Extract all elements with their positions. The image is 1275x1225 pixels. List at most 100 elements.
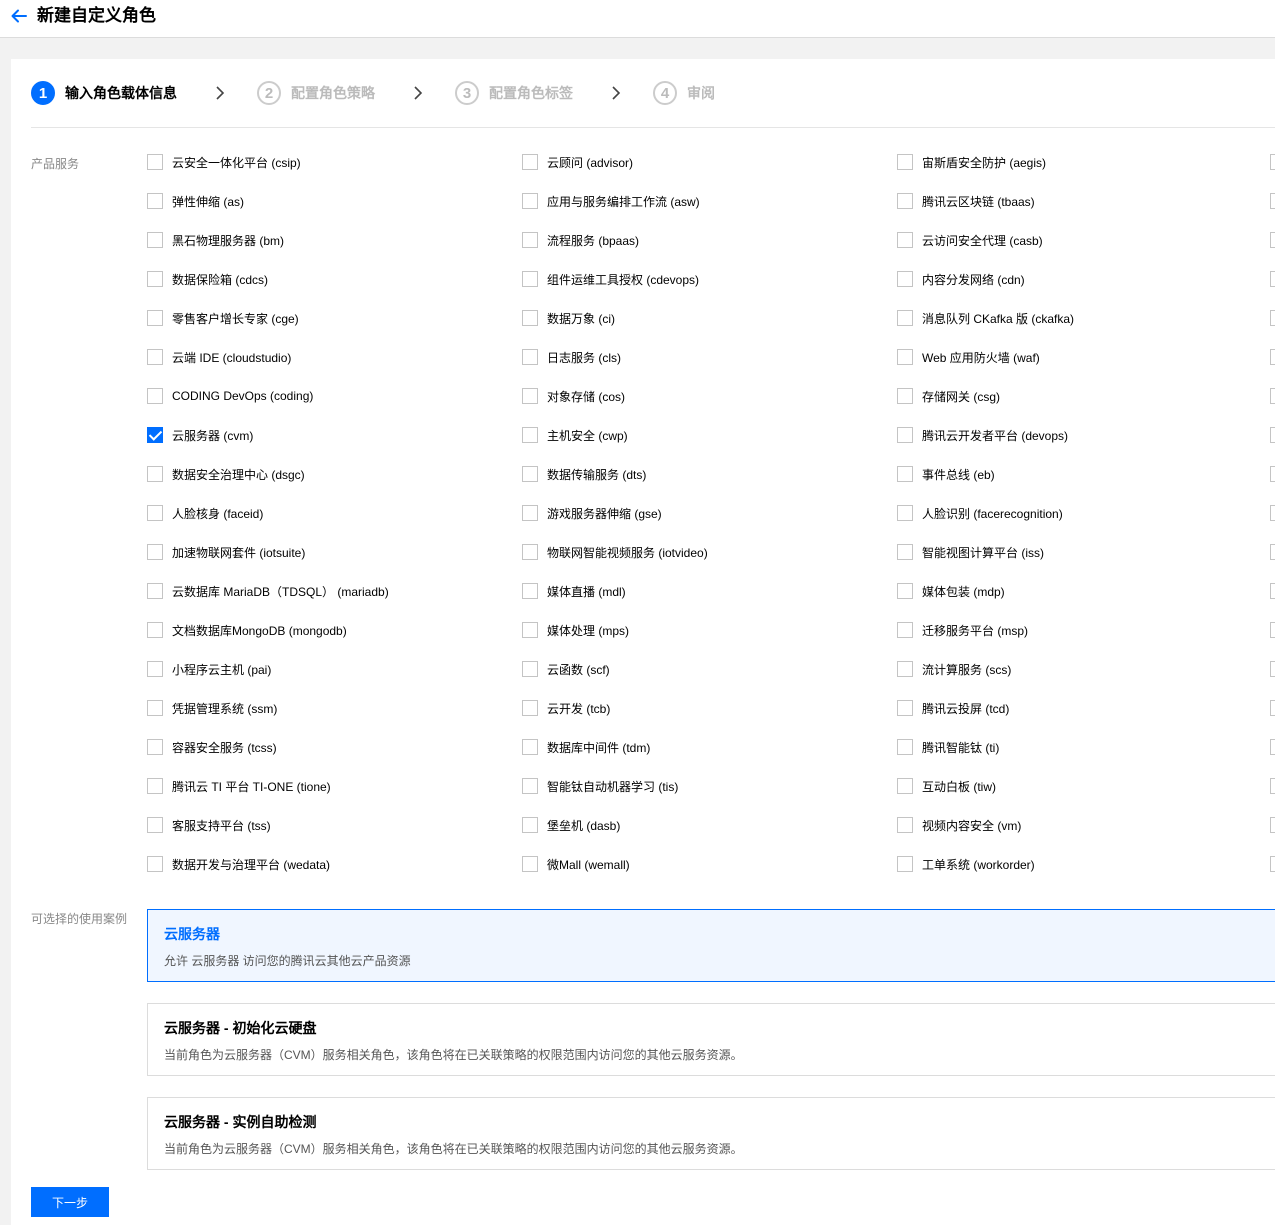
service-option[interactable]: 云安全一体化平台 (csip) xyxy=(147,153,301,171)
checkbox-partial[interactable] xyxy=(1270,271,1275,287)
checkbox[interactable] xyxy=(522,583,538,599)
checkbox[interactable] xyxy=(147,778,163,794)
checkbox[interactable] xyxy=(897,154,913,170)
checkbox[interactable] xyxy=(897,310,913,326)
arrow-left-icon[interactable] xyxy=(10,7,28,25)
service-option[interactable]: 腾讯云投屏 (tcd) xyxy=(897,699,1009,717)
checkbox[interactable] xyxy=(897,778,913,794)
checkbox-partial[interactable] xyxy=(1270,739,1275,755)
service-option[interactable]: 内容分发网络 (cdn) xyxy=(897,270,1025,288)
checkbox[interactable] xyxy=(147,232,163,248)
checkbox[interactable] xyxy=(897,232,913,248)
checkbox-partial[interactable] xyxy=(1270,388,1275,404)
checkbox[interactable] xyxy=(522,388,538,404)
use-case-card-self-check[interactable]: 云服务器 - 实例自助检测 当前角色为云服务器（CVM）服务相关角色，该角色将在… xyxy=(147,1097,1275,1170)
checkbox-partial[interactable] xyxy=(1270,232,1275,248)
service-option[interactable]: 堡垒机 (dasb) xyxy=(522,816,620,834)
checkbox[interactable] xyxy=(522,622,538,638)
service-option[interactable]: 云数据库 MariaDB（TDSQL） (mariadb) xyxy=(147,582,389,600)
service-option[interactable]: 人脸识别 (facerecognition) xyxy=(897,504,1063,522)
checkbox-partial[interactable] xyxy=(1270,622,1275,638)
checkbox[interactable] xyxy=(897,544,913,560)
checkbox[interactable] xyxy=(522,505,538,521)
service-option[interactable]: 客服支持平台 (tss) xyxy=(147,816,271,834)
checkbox[interactable] xyxy=(522,700,538,716)
checkbox[interactable] xyxy=(147,388,163,404)
service-option[interactable]: 宙斯盾安全防护 (aegis) xyxy=(897,153,1046,171)
checkbox[interactable] xyxy=(522,739,538,755)
checkbox-partial[interactable] xyxy=(1270,817,1275,833)
checkbox[interactable] xyxy=(897,388,913,404)
checkbox[interactable] xyxy=(897,271,913,287)
service-option[interactable]: 云访问安全代理 (casb) xyxy=(897,231,1043,249)
service-option[interactable]: 流计算服务 (scs) xyxy=(897,660,1011,678)
checkbox[interactable] xyxy=(522,661,538,677)
next-step-button[interactable]: 下一步 xyxy=(31,1187,109,1217)
service-option[interactable]: 智能钛自动机器学习 (tis) xyxy=(522,777,678,795)
checkbox-partial[interactable] xyxy=(1270,349,1275,365)
service-option[interactable]: 文档数据库MongoDB (mongodb) xyxy=(147,621,347,639)
checkbox-partial[interactable] xyxy=(1270,154,1275,170)
service-option[interactable]: 组件运维工具授权 (cdevops) xyxy=(522,270,699,288)
checkbox[interactable] xyxy=(897,700,913,716)
service-option[interactable]: 人脸核身 (faceid) xyxy=(147,504,263,522)
checkbox-partial[interactable] xyxy=(1270,661,1275,677)
checkbox[interactable] xyxy=(522,349,538,365)
checkbox[interactable] xyxy=(522,778,538,794)
checkbox[interactable] xyxy=(522,817,538,833)
checkbox[interactable] xyxy=(897,661,913,677)
checkbox[interactable] xyxy=(147,583,163,599)
service-option[interactable]: 零售客户增长专家 (cge) xyxy=(147,309,299,327)
checkbox[interactable] xyxy=(147,856,163,872)
service-option[interactable]: 对象存储 (cos) xyxy=(522,387,625,405)
checkbox[interactable] xyxy=(147,544,163,560)
checkbox-partial[interactable] xyxy=(1270,856,1275,872)
service-option[interactable]: 小程序云主机 (pai) xyxy=(147,660,271,678)
checkbox[interactable] xyxy=(147,817,163,833)
use-case-card-init-disk[interactable]: 云服务器 - 初始化云硬盘 当前角色为云服务器（CVM）服务相关角色，该角色将在… xyxy=(147,1003,1275,1076)
service-option[interactable]: 媒体包装 (mdp) xyxy=(897,582,1005,600)
service-option[interactable]: CODING DevOps (coding) xyxy=(147,387,313,405)
checkbox[interactable] xyxy=(147,700,163,716)
service-option[interactable]: 数据传输服务 (dts) xyxy=(522,465,646,483)
service-option[interactable]: 媒体直播 (mdl) xyxy=(522,582,626,600)
checkbox[interactable] xyxy=(147,154,163,170)
checkbox[interactable] xyxy=(147,466,163,482)
checkbox[interactable] xyxy=(147,310,163,326)
checkbox[interactable] xyxy=(147,661,163,677)
service-option[interactable]: 智能视图计算平台 (iss) xyxy=(897,543,1044,561)
service-option[interactable]: 游戏服务器伸缩 (gse) xyxy=(522,504,662,522)
checkbox-partial[interactable] xyxy=(1270,544,1275,560)
service-option[interactable]: 云端 IDE (cloudstudio) xyxy=(147,348,291,366)
service-option[interactable]: 应用与服务编排工作流 (asw) xyxy=(522,192,700,210)
checkbox[interactable] xyxy=(897,739,913,755)
checkbox-partial[interactable] xyxy=(1270,310,1275,326)
service-option[interactable]: 云函数 (scf) xyxy=(522,660,610,678)
checkbox[interactable] xyxy=(897,427,913,443)
service-option[interactable]: 加速物联网套件 (iotsuite) xyxy=(147,543,305,561)
service-option[interactable]: 工单系统 (workorder) xyxy=(897,855,1035,873)
checkbox-checked[interactable] xyxy=(147,427,163,443)
checkbox[interactable] xyxy=(897,466,913,482)
service-option[interactable]: 数据库中间件 (tdm) xyxy=(522,738,650,756)
checkbox[interactable] xyxy=(147,193,163,209)
checkbox-partial[interactable] xyxy=(1270,505,1275,521)
service-option[interactable]: 凭据管理系统 (ssm) xyxy=(147,699,277,717)
checkbox[interactable] xyxy=(897,622,913,638)
service-option[interactable]: 互动白板 (tiw) xyxy=(897,777,996,795)
service-option[interactable]: 视频内容安全 (vm) xyxy=(897,816,1021,834)
checkbox[interactable] xyxy=(147,505,163,521)
service-option[interactable]: 腾讯云区块链 (tbaas) xyxy=(897,192,1035,210)
service-option[interactable]: 日志服务 (cls) xyxy=(522,348,621,366)
checkbox[interactable] xyxy=(522,232,538,248)
checkbox[interactable] xyxy=(897,193,913,209)
service-option[interactable]: 数据万象 (ci) xyxy=(522,309,615,327)
checkbox[interactable] xyxy=(522,856,538,872)
checkbox[interactable] xyxy=(147,271,163,287)
service-option[interactable]: 腾讯云 TI 平台 TI-ONE (tione) xyxy=(147,777,331,795)
service-option[interactable]: 数据保险箱 (cdcs) xyxy=(147,270,268,288)
use-case-card-cvm[interactable]: 云服务器 允许 云服务器 访问您的腾讯云其他云产品资源 xyxy=(147,909,1275,982)
service-option[interactable]: 黑石物理服务器 (bm) xyxy=(147,231,284,249)
checkbox[interactable] xyxy=(522,310,538,326)
service-option[interactable]: 云顾问 (advisor) xyxy=(522,153,633,171)
